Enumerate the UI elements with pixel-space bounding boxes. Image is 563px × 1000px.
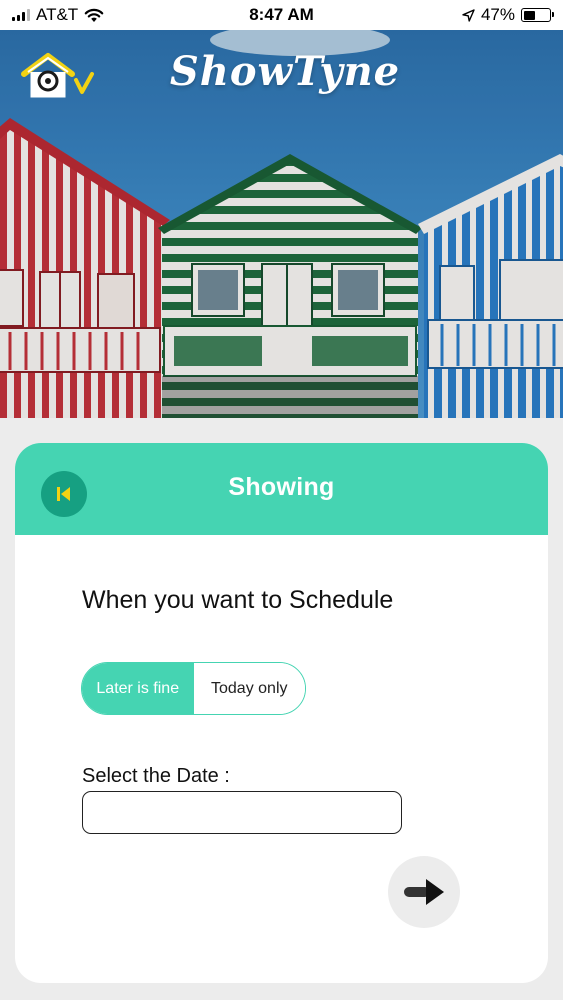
showing-card: Showing When you want to Schedule Later … xyxy=(15,443,548,983)
date-label: Select the Date : xyxy=(82,765,230,787)
battery-percent: 47% xyxy=(480,5,515,24)
skip-back-icon xyxy=(57,487,70,501)
home-check-icon[interactable] xyxy=(18,50,96,104)
wifi-icon xyxy=(84,8,104,22)
next-button[interactable] xyxy=(388,856,460,928)
signal-icon xyxy=(12,9,30,21)
toggle-later-is-fine[interactable]: Later is fine xyxy=(82,663,194,714)
location-arrow-icon xyxy=(462,8,475,22)
status-bar: AT&T 8:47 AM 47% xyxy=(0,0,563,30)
schedule-prompt: When you want to Schedule xyxy=(82,586,394,614)
brand-logo: ShowTyne xyxy=(169,48,401,95)
card-header: Showing xyxy=(15,443,548,535)
status-bar-right: 47% xyxy=(391,5,554,25)
schedule-toggle: Later is fine Today only xyxy=(81,662,306,715)
carrier-label: AT&T xyxy=(36,5,79,24)
back-button[interactable] xyxy=(41,471,87,517)
date-input[interactable] xyxy=(82,791,402,834)
arrow-right-icon xyxy=(404,879,444,905)
battery-icon xyxy=(521,8,554,22)
page-title: Showing xyxy=(228,472,335,501)
toggle-today-only[interactable]: Today only xyxy=(193,663,305,714)
hero-banner: ShowTyne xyxy=(0,30,563,418)
status-bar-left: AT&T xyxy=(12,5,172,25)
battery-fill xyxy=(523,10,536,20)
clock: 8:47 AM xyxy=(249,5,314,24)
